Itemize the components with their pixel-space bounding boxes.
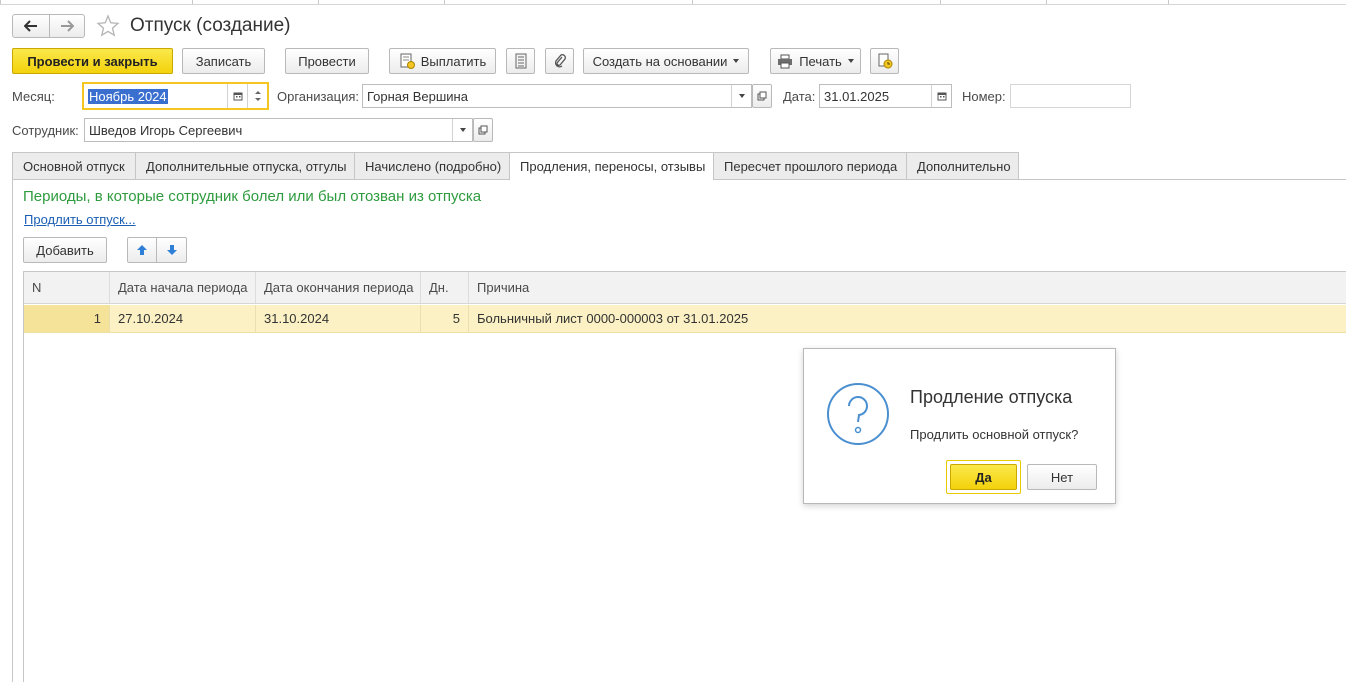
tab-extensions-transfers[interactable]: Продления, переносы, отзывы — [509, 152, 714, 180]
section-heading: Периоды, в которые сотрудник болел или б… — [23, 188, 482, 205]
number-field[interactable] — [1010, 84, 1131, 108]
row-n-cell: 1 — [24, 305, 110, 332]
dialog-message: Продлить основной отпуск? — [910, 427, 1079, 442]
tab-recalculation[interactable]: Пересчет прошлого периода — [713, 152, 907, 179]
month-value[interactable]: Ноябрь 2024 — [88, 88, 168, 104]
top-strip — [0, 0, 1346, 6]
arrow-up-icon — [137, 245, 147, 255]
pay-button[interactable]: Выплатить — [389, 48, 496, 74]
organization-dropdown-button[interactable] — [731, 85, 751, 107]
employee-value: Шведов Игорь Сергеевич — [89, 122, 243, 138]
column-header-start-date[interactable]: Дата начала периода — [110, 272, 256, 303]
question-icon — [827, 383, 889, 445]
extend-vacation-dialog: Продление отпуска Продлить основной отпу… — [803, 348, 1116, 504]
print-button[interactable]: Печать — [770, 48, 861, 74]
dialog-title: Продление отпуска — [910, 387, 1073, 407]
month-field[interactable]: Ноябрь 2024 — [82, 82, 269, 110]
tab-panel-border — [12, 179, 13, 682]
tab-additional-vacations[interactable]: Дополнительные отпуска, отгулы — [135, 152, 355, 179]
page-title: Отпуск (создание) — [130, 15, 291, 36]
post-button[interactable]: Провести — [285, 48, 369, 74]
save-button[interactable]: Записать — [182, 48, 265, 74]
chevron-down-icon — [738, 94, 745, 98]
list-icon — [515, 53, 526, 69]
tab-main-vacation[interactable]: Основной отпуск — [12, 152, 136, 179]
organization-label: Организация: — [277, 89, 360, 104]
paperclip-icon — [554, 54, 566, 68]
month-spin-button[interactable] — [247, 84, 267, 108]
back-arrow-icon — [24, 20, 37, 32]
forward-button[interactable] — [49, 14, 85, 38]
date-label: Дата: — [783, 89, 816, 104]
move-down-button[interactable] — [156, 237, 187, 263]
column-header-reason[interactable]: Причина — [469, 272, 1346, 303]
list-button[interactable] — [506, 48, 535, 74]
employee-field[interactable]: Шведов Игорь Сергеевич — [84, 118, 473, 142]
back-button[interactable] — [12, 14, 50, 38]
yes-button[interactable]: Да — [950, 464, 1017, 490]
question-icon-wrap — [826, 382, 890, 446]
calendar-button[interactable] — [227, 84, 247, 108]
date-value: 31.01.2025 — [824, 88, 890, 104]
employee-dropdown-button[interactable] — [452, 119, 472, 141]
column-header-days[interactable]: Дн. — [421, 272, 469, 303]
column-header-n[interactable]: N — [24, 272, 110, 303]
chevron-down-icon — [847, 59, 854, 63]
chevron-down-icon — [733, 59, 740, 63]
post-and-close-button[interactable]: Провести и закрыть — [12, 48, 173, 74]
organization-field[interactable]: Горная Вершина — [362, 84, 752, 108]
row-days-cell: 5 — [421, 305, 469, 332]
move-up-button[interactable] — [127, 237, 157, 263]
add-button[interactable]: Добавить — [23, 237, 107, 263]
open-icon — [478, 125, 488, 135]
pay-button-label: Выплатить — [420, 53, 487, 69]
document-clock-icon — [878, 53, 892, 69]
create-based-on-button[interactable]: Создать на основании — [583, 48, 749, 74]
tab-additional[interactable]: Дополнительно — [906, 152, 1019, 179]
organization-open-button[interactable] — [752, 84, 772, 108]
tab-accrued-details[interactable]: Начислено (подробно) — [354, 152, 510, 179]
calendar-icon — [937, 92, 946, 101]
extend-vacation-link[interactable]: Продлить отпуск... — [24, 212, 136, 227]
open-icon — [757, 91, 767, 101]
employee-label: Сотрудник: — [12, 123, 79, 138]
date-field[interactable]: 31.01.2025 — [819, 84, 952, 108]
create-based-on-label: Создать на основании — [592, 53, 728, 69]
row-end-date-cell: 31.10.2024 — [256, 305, 421, 332]
row-reason-cell: Больничный лист 0000-000003 от 31.01.202… — [477, 311, 749, 326]
star-icon — [96, 14, 120, 37]
number-label: Номер: — [962, 89, 1006, 104]
print-label: Печать — [799, 53, 842, 69]
chevron-down-icon — [459, 128, 466, 132]
organization-value: Горная Вершина — [367, 88, 468, 104]
arrow-down-icon — [166, 245, 177, 255]
favorite-star[interactable] — [96, 14, 120, 38]
forward-arrow-icon — [61, 20, 74, 32]
attachments-button[interactable] — [545, 48, 574, 74]
printer-icon — [778, 54, 793, 68]
row-start-date-cell: 27.10.2024 — [110, 305, 256, 332]
document-pay-icon — [400, 53, 415, 69]
employee-open-button[interactable] — [473, 118, 493, 142]
calendar-icon — [233, 92, 242, 101]
spin-icon — [254, 91, 261, 101]
month-label: Месяц: — [12, 89, 55, 104]
no-button[interactable]: Нет — [1027, 464, 1097, 490]
document-history-button[interactable] — [870, 48, 899, 74]
date-calendar-button[interactable] — [931, 85, 951, 107]
column-header-end-date[interactable]: Дата окончания периода — [256, 272, 421, 303]
